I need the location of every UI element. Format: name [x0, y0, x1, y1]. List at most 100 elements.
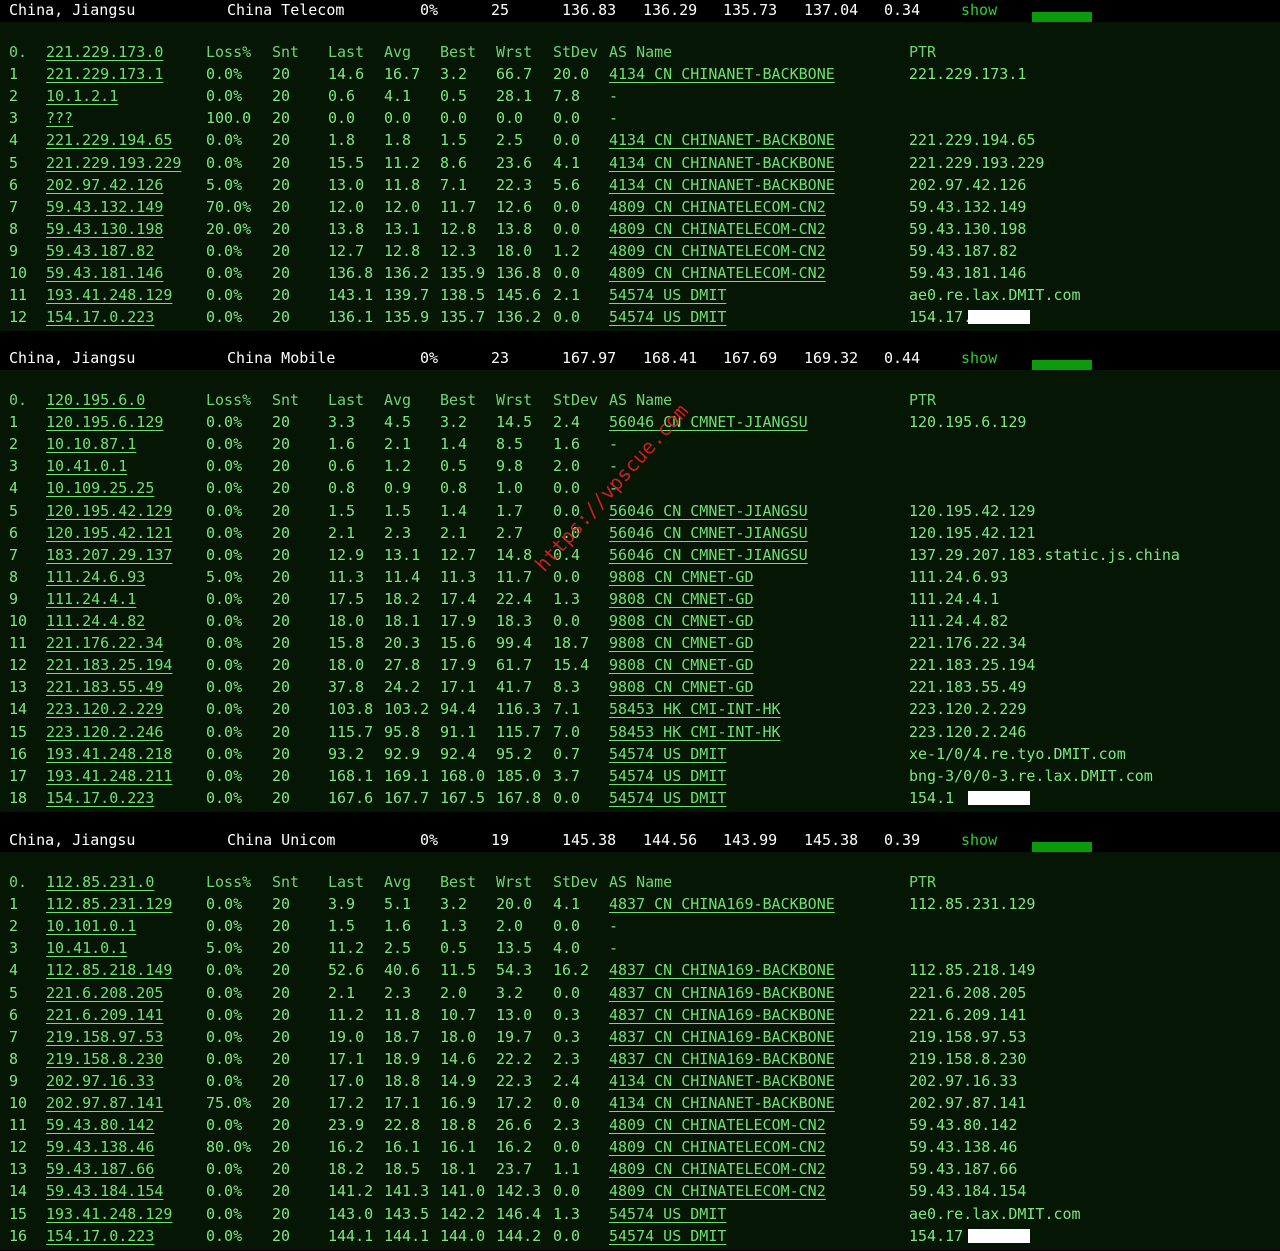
hop-ip[interactable]: 10.41.0.1	[46, 457, 127, 475]
as-name[interactable]: 4134 CN CHINANET-BACKBONE	[609, 1094, 835, 1112]
as-name[interactable]: 58453 HK CMI-INT-HK	[609, 700, 781, 718]
as-name[interactable]: 56046 CN CMNET-JIANGSU	[609, 524, 808, 542]
hop-ip[interactable]: 111.24.4.82	[46, 612, 145, 630]
as-name[interactable]: 58453 HK CMI-INT-HK	[609, 723, 781, 741]
hop-ip[interactable]: 10.10.87.1	[46, 435, 136, 453]
as-name[interactable]: 56046 CN CMNET-JIANGSU	[609, 413, 808, 431]
as-name[interactable]: 4134 CN CHINANET-BACKBONE	[609, 154, 835, 172]
hop-ip[interactable]: 183.207.29.137	[46, 546, 172, 564]
as-name[interactable]: 56046 CN CMNET-JIANGSU	[609, 502, 808, 520]
hop-ip[interactable]: ???	[46, 109, 73, 127]
hop-ip[interactable]: 193.41.248.218	[46, 745, 172, 763]
stdev-value: 0.0	[553, 917, 581, 936]
hop-ip[interactable]: 59.43.181.146	[46, 264, 163, 282]
hop-ip[interactable]: 154.17.0.223	[46, 789, 154, 807]
as-name[interactable]: 4134 CN CHINANET-BACKBONE	[609, 176, 835, 194]
as-name[interactable]: 4809 CN CHINATELECOM-CN2	[609, 264, 826, 282]
header-worst: 145.38	[804, 831, 859, 849]
stdev-value: 0.0	[553, 479, 581, 498]
as-name[interactable]: 4134 CN CHINANET-BACKBONE	[609, 131, 835, 149]
hop-ip[interactable]: 221.229.193.229	[46, 154, 181, 172]
hop-ip[interactable]: 59.43.138.46	[46, 1138, 154, 1156]
first-ip-link[interactable]: 221.229.173.0	[46, 43, 163, 61]
hop-ip[interactable]: 111.24.6.93	[46, 568, 145, 586]
as-name[interactable]: 54574 US DMIT	[609, 1227, 726, 1245]
hop-ip[interactable]: 221.6.209.141	[46, 1006, 163, 1024]
hop-ip[interactable]: 219.158.8.230	[46, 1050, 163, 1068]
as-name[interactable]: 4809 CN CHINATELECOM-CN2	[609, 1160, 826, 1178]
ptr-value: ae0.re.lax.DMIT.com	[909, 286, 1081, 305]
hop-ip[interactable]: 221.6.208.205	[46, 984, 163, 1002]
show-link[interactable]: show	[961, 349, 997, 367]
hop-ip[interactable]: 221.229.173.1	[46, 65, 163, 83]
hop-ip[interactable]: 59.43.130.198	[46, 220, 163, 238]
hop-ip[interactable]: 221.176.22.34	[46, 634, 163, 652]
hop-ip[interactable]: 10.41.0.1	[46, 939, 127, 957]
hop-ip[interactable]: 154.17.0.223	[46, 308, 154, 326]
as-name[interactable]: 54574 US DMIT	[609, 767, 726, 785]
hop-ip[interactable]: 221.183.55.49	[46, 678, 163, 696]
as-name[interactable]: 54574 US DMIT	[609, 789, 726, 807]
hop-ip[interactable]: 193.41.248.129	[46, 1205, 172, 1223]
as-name[interactable]: 9808 CN CMNET-GD	[609, 612, 754, 630]
as-name[interactable]: 9808 CN CMNET-GD	[609, 590, 754, 608]
as-name[interactable]: 54574 US DMIT	[609, 286, 726, 304]
hop-ip[interactable]: 112.85.231.129	[46, 895, 172, 913]
as-name[interactable]: 4134 CN CHINANET-BACKBONE	[609, 1072, 835, 1090]
hop-ip[interactable]: 10.1.2.1	[46, 87, 118, 105]
as-name[interactable]: 4837 CN CHINA169-BACKBONE	[609, 1006, 835, 1024]
hop-ip[interactable]: 223.120.2.229	[46, 700, 163, 718]
as-name[interactable]: 4809 CN CHINATELECOM-CN2	[609, 1138, 826, 1156]
hop-ip[interactable]: 221.183.25.194	[46, 656, 172, 674]
hop-ip[interactable]: 59.43.187.66	[46, 1160, 154, 1178]
as-name[interactable]: 9808 CN CMNET-GD	[609, 678, 754, 696]
worst-value: 26.6	[496, 1116, 533, 1135]
ptr-value: 112.85.231.129	[909, 895, 1036, 914]
as-name[interactable]: 9808 CN CMNET-GD	[609, 656, 754, 674]
as-name[interactable]: 9808 CN CMNET-GD	[609, 634, 754, 652]
hop-ip[interactable]: 223.120.2.246	[46, 723, 163, 741]
as-name[interactable]: 4837 CN CHINA169-BACKBONE	[609, 895, 835, 913]
hop-ip[interactable]: 193.41.248.129	[46, 286, 172, 304]
first-ip-link[interactable]: 120.195.6.0	[46, 391, 145, 409]
hop-ip[interactable]: 120.195.6.129	[46, 413, 163, 431]
as-name[interactable]: 4837 CN CHINA169-BACKBONE	[609, 984, 835, 1002]
hop-ip[interactable]: 219.158.97.53	[46, 1028, 163, 1046]
hop-ip[interactable]: 120.195.42.129	[46, 502, 172, 520]
table-row: 12 154.17.0.223 0.0% 20 136.1 135.9 135.7 136.2…	[0, 306, 1280, 328]
hop-ip[interactable]: 59.43.80.142	[46, 1116, 154, 1134]
show-link[interactable]: show	[961, 831, 997, 849]
hop-ip[interactable]: 59.43.187.82	[46, 242, 154, 260]
hop-ip[interactable]: 59.43.132.149	[46, 198, 163, 216]
as-name[interactable]: 54574 US DMIT	[609, 745, 726, 763]
as-name[interactable]: 4837 CN CHINA169-BACKBONE	[609, 1028, 835, 1046]
hop-ip[interactable]: 112.85.218.149	[46, 961, 172, 979]
as-name[interactable]: 4809 CN CHINATELECOM-CN2	[609, 1116, 826, 1134]
as-name[interactable]: 4809 CN CHINATELECOM-CN2	[609, 220, 826, 238]
hop-ip[interactable]: 154.17.0.223	[46, 1227, 154, 1245]
ptr-value: 59.43.130.198	[909, 219, 1027, 238]
hop-ip[interactable]: 202.97.87.141	[46, 1094, 163, 1112]
hop-ip[interactable]: 202.97.16.33	[46, 1072, 154, 1090]
as-name[interactable]: 4809 CN CHINATELECOM-CN2	[609, 1182, 826, 1200]
as-name[interactable]: 4837 CN CHINA169-BACKBONE	[609, 961, 835, 979]
first-ip-link[interactable]: 112.85.231.0	[46, 873, 154, 891]
hop-ip[interactable]: 10.101.0.1	[46, 917, 136, 935]
hop-ip[interactable]: 10.109.25.25	[46, 479, 154, 497]
as-name[interactable]: 4809 CN CHINATELECOM-CN2	[609, 242, 826, 260]
as-name[interactable]: 54574 US DMIT	[609, 1205, 726, 1223]
as-name[interactable]: 4837 CN CHINA169-BACKBONE	[609, 1050, 835, 1068]
as-name[interactable]: 4134 CN CHINANET-BACKBONE	[609, 65, 835, 83]
as-name[interactable]: 56046 CN CMNET-JIANGSU	[609, 546, 808, 564]
as-name[interactable]: 9808 CN CMNET-GD	[609, 568, 754, 586]
as-name[interactable]: 54574 US DMIT	[609, 308, 726, 326]
hop-ip[interactable]: 221.229.194.65	[46, 131, 172, 149]
hop-ip[interactable]: 111.24.4.1	[46, 590, 136, 608]
show-link[interactable]: show	[961, 1, 997, 19]
hop-ip[interactable]: 193.41.248.211	[46, 767, 172, 785]
hop-ip[interactable]: 59.43.184.154	[46, 1182, 163, 1200]
as-name[interactable]: 4809 CN CHINATELECOM-CN2	[609, 198, 826, 216]
hop-ip[interactable]: 202.97.42.126	[46, 176, 163, 194]
last-value: 143.0	[328, 1204, 374, 1223]
hop-ip[interactable]: 120.195.42.121	[46, 524, 172, 542]
